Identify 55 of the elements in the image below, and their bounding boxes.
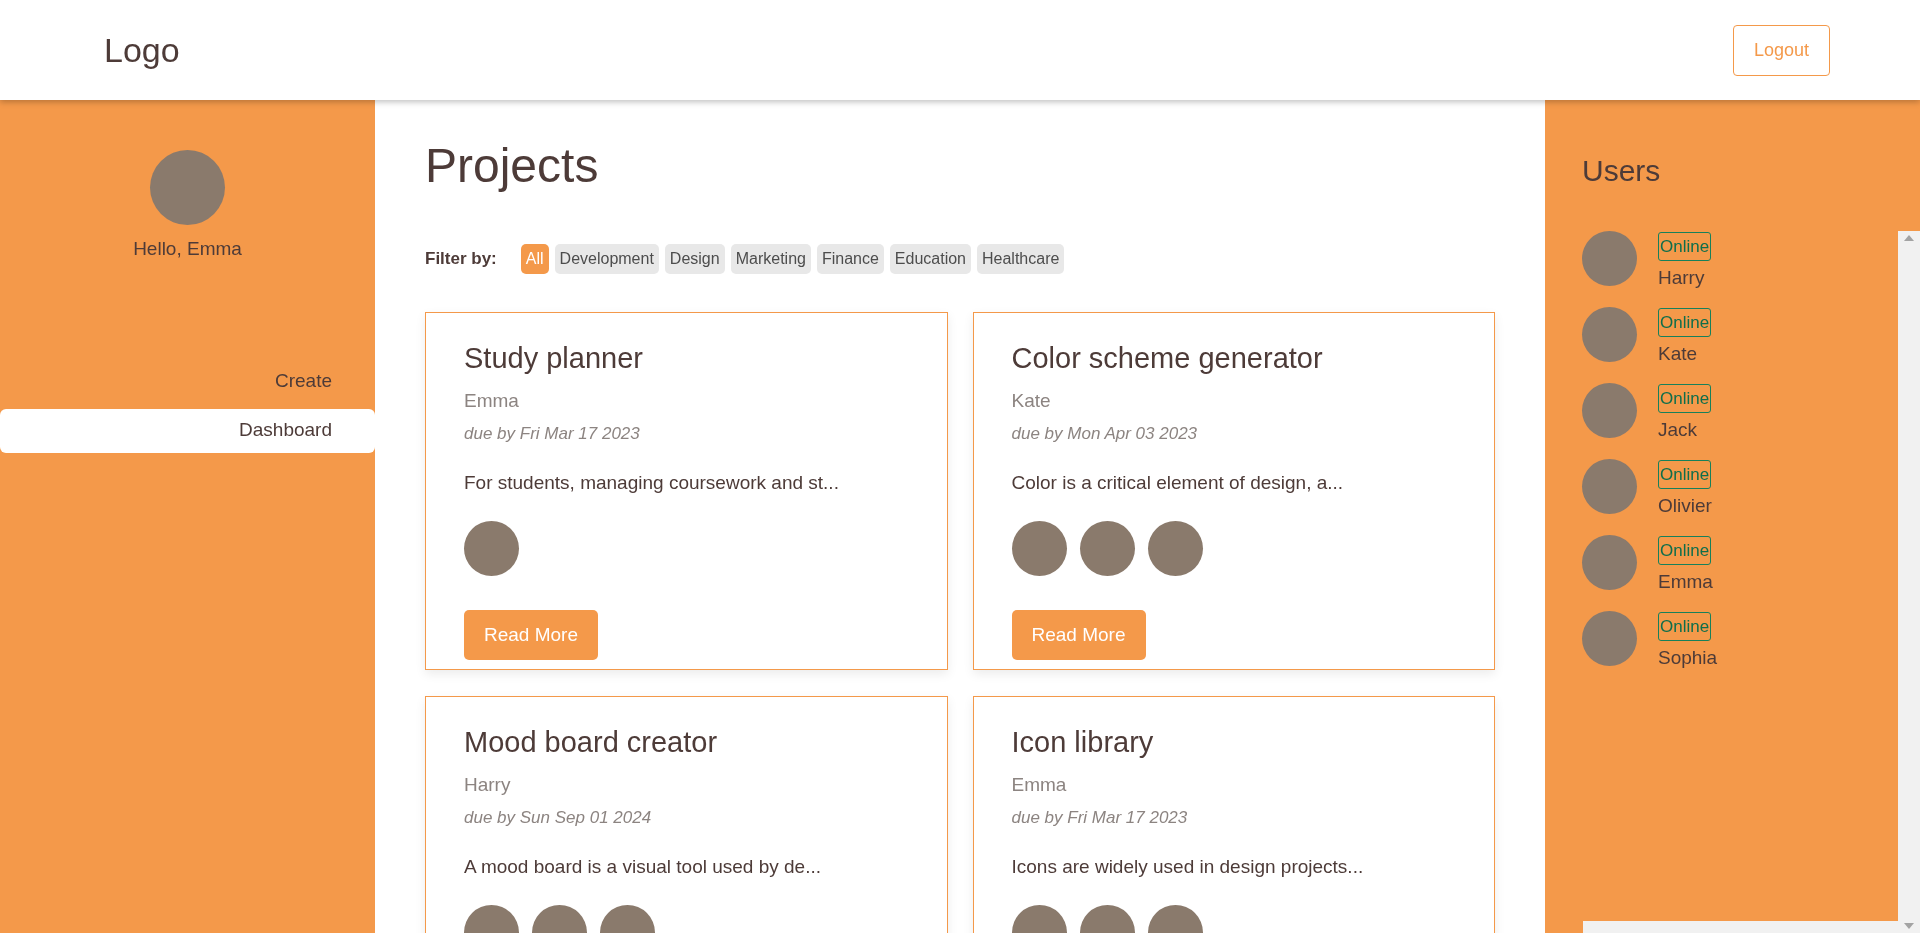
user-name: Kate	[1658, 342, 1698, 366]
member-avatar	[1079, 521, 1135, 576]
project-description: Icons are widely used in design projects...	[1011, 854, 1365, 879]
status-badge: Online	[1658, 232, 1712, 261]
user-name: Harry	[1658, 266, 1705, 290]
filter-chip[interactable]: Education	[889, 244, 971, 274]
status-badge: Online	[1658, 384, 1712, 413]
page-title: Projects	[425, 138, 600, 194]
vertical-scrollbar[interactable]	[1898, 231, 1920, 933]
due-date: due by Fri Mar 17 2023	[1011, 807, 1189, 829]
project-owner: Emma	[1011, 772, 1068, 797]
nav-link[interactable]: Dashboard	[0, 408, 375, 453]
scroll-down-icon[interactable]	[1904, 923, 1914, 929]
filter-label: Filter by:	[425, 248, 497, 271]
member-avatar	[464, 521, 519, 576]
avatar-photo-placeholder	[1582, 611, 1637, 666]
logo: Logo	[104, 29, 180, 71]
filter-chip[interactable]: Healthcare	[977, 244, 1065, 274]
greeting: Hello, Emma	[133, 237, 242, 261]
member-avatar	[1011, 521, 1067, 576]
status-badge: Online	[1658, 308, 1712, 337]
avatar-photo-placeholder	[1582, 383, 1637, 438]
status-badge: Online	[1658, 460, 1712, 489]
project-owner: Harry	[464, 772, 512, 797]
avatar-photo-placeholder	[1582, 307, 1637, 362]
due-date: due by Sun Sep 01 2024	[464, 807, 653, 829]
project-title: Icon library	[1011, 725, 1155, 760]
user-name: Olivier	[1658, 494, 1712, 518]
due-date: due by Mon Apr 03 2023	[1011, 423, 1199, 445]
scroll-up-icon[interactable]	[1904, 235, 1914, 241]
user-name: Sophia	[1658, 646, 1718, 670]
nav-link[interactable]: Create	[0, 359, 375, 404]
member-avatar	[1147, 521, 1203, 576]
filter-chip[interactable]: Finance	[816, 244, 884, 274]
avatar-photo-placeholder	[1582, 231, 1637, 286]
horizontal-scrollbar[interactable]	[1583, 921, 1898, 933]
avatar-photo-placeholder	[1582, 535, 1637, 590]
status-badge: Online	[1658, 536, 1712, 565]
project-description: For students, managing coursework and st...	[464, 470, 840, 495]
due-date: due by Fri Mar 17 2023	[464, 423, 641, 445]
project-owner: Kate	[1011, 388, 1052, 413]
filter-chip[interactable]: Development	[554, 244, 659, 274]
project-description: A mood board is a visual tool used by de...	[464, 854, 822, 879]
filter-chip[interactable]: Marketing	[730, 244, 811, 274]
project-owner: Emma	[464, 388, 520, 413]
avatar-photo-placeholder	[1582, 459, 1637, 514]
project-description: Color is a critical element of design, a...	[1011, 470, 1345, 495]
users-title: Users	[1581, 153, 1662, 189]
project-title: Color scheme generator	[1011, 341, 1324, 376]
filter-chip[interactable]: Design	[664, 244, 725, 274]
status-badge: Online	[1658, 612, 1712, 641]
user-name: Jack	[1658, 418, 1698, 442]
user-name: Emma	[1658, 570, 1713, 594]
project-title: Study planner	[464, 341, 644, 376]
project-title: Mood board creator	[464, 725, 719, 760]
